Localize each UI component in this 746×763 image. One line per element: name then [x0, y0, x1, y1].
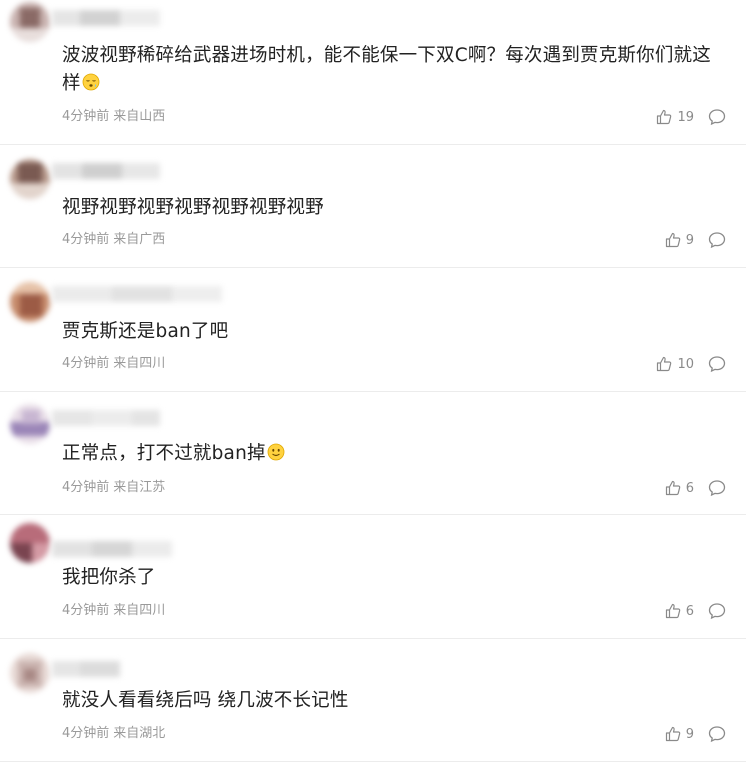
- comment-meta: 4分钟前 来自湖北: [62, 725, 165, 743]
- reply-bubble-icon[interactable]: [708, 602, 726, 620]
- like-count: 10: [677, 356, 694, 372]
- comment-item: 波波视野稀碎给武器进场时机，能不能保一下双C啊？每次遇到贾克斯你们就这样 4分钟…: [0, 0, 746, 145]
- avatar[interactable]: [10, 404, 50, 444]
- comment-text-content: 就没人看看绕后吗 绕几波不长记性: [62, 690, 349, 711]
- like-count: 6: [685, 603, 694, 619]
- reply-bubble-icon[interactable]: [708, 725, 726, 743]
- like-button[interactable]: 9: [665, 725, 694, 743]
- comment-time: 4分钟前: [62, 726, 110, 741]
- username-blurred[interactable]: [52, 539, 172, 559]
- thumbs-up-icon: [665, 232, 680, 248]
- reply-bubble-icon[interactable]: [708, 108, 726, 126]
- comment-time: 4分钟前: [62, 603, 110, 618]
- username-blurred[interactable]: [52, 161, 160, 181]
- avatar[interactable]: [10, 282, 50, 322]
- avatar[interactable]: [10, 653, 50, 693]
- comment-time: 4分钟前: [62, 480, 110, 495]
- comment-text: 就没人看看绕后吗 绕几波不长记性: [62, 687, 726, 715]
- username-blurred[interactable]: [52, 659, 120, 679]
- comment-item: 就没人看看绕后吗 绕几波不长记性 4分钟前 来自湖北 9: [0, 639, 746, 762]
- comment-text-content: 视野视野视野视野视野视野视野: [62, 197, 324, 218]
- comment-text-content: 波波视野稀碎给武器进场时机，能不能保一下双C啊？每次遇到贾克斯你们就这样: [62, 45, 711, 94]
- comment-item: 正常点，打不过就ban掉 4分钟前 来自江苏 6: [0, 392, 746, 515]
- comment-time: 4分钟前: [62, 232, 110, 247]
- thumbs-up-icon: [665, 726, 680, 742]
- avatar[interactable]: [10, 2, 50, 42]
- slight-smile-icon: [267, 443, 285, 461]
- thumbs-up-icon: [657, 356, 672, 372]
- thumbs-up-icon: [665, 480, 680, 496]
- comment-text: 视野视野视野视野视野视野视野: [62, 194, 726, 222]
- comment-meta: 4分钟前 来自广西: [62, 231, 165, 249]
- like-count: 19: [677, 109, 694, 125]
- comment-meta: 4分钟前 来自四川: [62, 355, 165, 373]
- like-button[interactable]: 9: [665, 231, 694, 249]
- username-blurred[interactable]: [52, 408, 160, 428]
- reply-bubble-icon[interactable]: [708, 355, 726, 373]
- username-blurred[interactable]: [52, 8, 160, 28]
- comment-list: 波波视野稀碎给武器进场时机，能不能保一下双C啊？每次遇到贾克斯你们就这样 4分钟…: [0, 0, 746, 763]
- comment-location: 来自江苏: [113, 480, 166, 495]
- comment-time: 4分钟前: [62, 109, 110, 124]
- comment-text: 贾克斯还是ban了吧: [62, 318, 726, 346]
- sleepy-face-icon: [82, 73, 100, 91]
- comment-time: 4分钟前: [62, 356, 110, 371]
- comment-text: 我把你杀了: [62, 564, 726, 592]
- like-button[interactable]: 19: [656, 108, 694, 126]
- like-count: 6: [685, 480, 694, 496]
- comment-item: 我把你杀了 4分钟前 来自四川 6: [0, 515, 746, 639]
- like-count: 9: [685, 726, 694, 742]
- reply-bubble-icon[interactable]: [708, 231, 726, 249]
- like-count: 9: [685, 232, 694, 248]
- like-button[interactable]: 6: [665, 479, 694, 497]
- like-button[interactable]: 10: [656, 355, 694, 373]
- thumbs-up-icon: [657, 109, 672, 125]
- thumbs-up-icon: [665, 603, 680, 619]
- reply-bubble-icon[interactable]: [708, 479, 726, 497]
- username-blurred[interactable]: [52, 284, 222, 304]
- comment-text: 正常点，打不过就ban掉: [62, 440, 726, 468]
- comment-meta: 4分钟前 来自山西: [62, 108, 165, 126]
- comment-location: 来自四川: [113, 356, 166, 371]
- comment-location: 来自山西: [113, 109, 166, 124]
- comment-location: 来自广西: [113, 232, 166, 247]
- avatar[interactable]: [10, 159, 50, 199]
- comment-location: 来自四川: [113, 603, 166, 618]
- comment-item: 视野视野视野视野视野视野视野 4分钟前 来自广西 9: [0, 145, 746, 268]
- avatar[interactable]: [10, 523, 50, 563]
- like-button[interactable]: 6: [665, 602, 694, 620]
- comment-location: 来自湖北: [113, 726, 166, 741]
- comment-text-content: 我把你杀了: [62, 567, 156, 588]
- comment-text-content: 贾克斯还是ban了吧: [62, 321, 229, 342]
- comment-meta: 4分钟前 来自江苏: [62, 479, 165, 497]
- comment-item: 贾克斯还是ban了吧 4分钟前 来自四川 10: [0, 268, 746, 392]
- comment-meta: 4分钟前 来自四川: [62, 602, 165, 620]
- comment-text: 波波视野稀碎给武器进场时机，能不能保一下双C啊？每次遇到贾克斯你们就这样: [62, 42, 726, 98]
- comment-text-content: 正常点，打不过就ban掉: [62, 443, 266, 464]
